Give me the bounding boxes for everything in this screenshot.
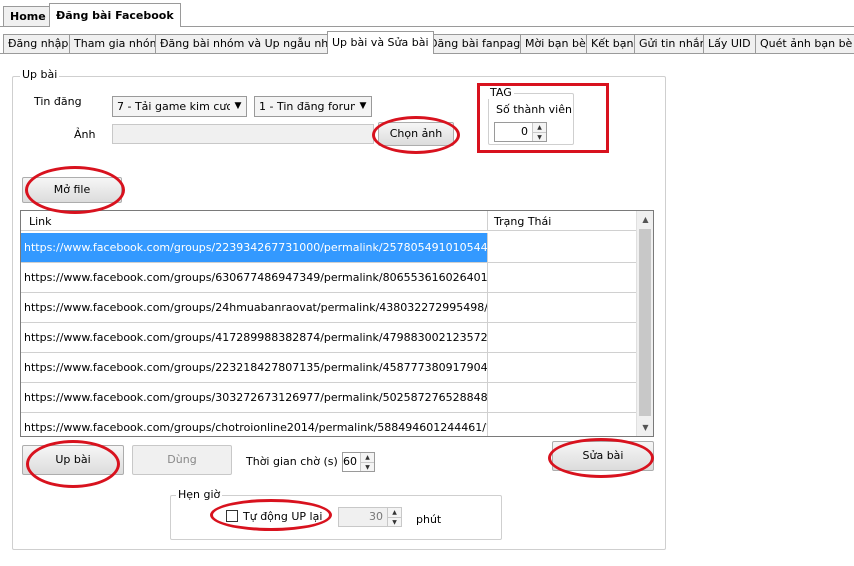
stepper-up-icon[interactable]: ▲ — [360, 453, 374, 462]
thoi-gian-cho-label: Thời gian chờ (s) — [246, 455, 338, 468]
link-cell[interactable]: https://www.facebook.com/groups/63067748… — [21, 263, 487, 292]
table-row[interactable]: https://www.facebook.com/groups/30327267… — [21, 383, 637, 413]
so-thanh-vien-stepper[interactable]: 0 ▲ ▼ — [494, 122, 547, 142]
tab-dang-bai-fanpage[interactable]: Đăng bài fanpage — [424, 34, 533, 53]
sua-bai-button[interactable]: Sửa bài — [552, 441, 654, 471]
tab-tham-gia-nhom[interactable]: Tham gia nhóm — [69, 34, 166, 53]
so-thanh-vien-label: Số thành viên — [496, 103, 572, 116]
status-cell[interactable] — [487, 233, 637, 262]
stepper-down-icon[interactable]: ▼ — [387, 517, 401, 526]
tab-ket-ban[interactable]: Kết bạn — [586, 34, 639, 53]
tab-up-bai-sua-bai[interactable]: Up bài và Sửa bài — [327, 31, 434, 54]
up-bai-button[interactable]: Up bài — [22, 445, 124, 475]
column-header-link[interactable]: Link — [29, 215, 52, 228]
link-table[interactable]: Link Trạng Thái https://www.facebook.com… — [20, 210, 654, 437]
chon-anh-button[interactable]: Chọn ảnh — [378, 122, 454, 146]
forum-select[interactable]: 1 - Tin đăng forum c ▼ — [254, 96, 372, 117]
scroll-up-icon[interactable]: ▲ — [637, 211, 653, 228]
table-header: Link Trạng Thái — [21, 211, 637, 231]
post-select[interactable]: 7 - Tải game kim cương ▼ — [112, 96, 247, 117]
tab-moi-ban-be[interactable]: Mời bạn bè — [520, 34, 591, 53]
link-cell[interactable]: https://www.facebook.com/groups/30327267… — [21, 383, 487, 412]
status-cell[interactable] — [487, 263, 637, 292]
link-cell[interactable]: https://www.facebook.com/groups/22321842… — [21, 353, 487, 382]
chevron-down-icon: ▼ — [230, 97, 246, 116]
tab-quet-anh-ban-be[interactable]: Quét ảnh bạn bè — [755, 34, 854, 53]
table-row[interactable]: https://www.facebook.com/groups/63067748… — [21, 263, 637, 293]
status-cell[interactable] — [487, 323, 637, 352]
anh-label: Ảnh — [74, 128, 96, 141]
scrollbar-thumb[interactable] — [639, 229, 651, 416]
table-row[interactable]: https://www.facebook.com/groups/chotroio… — [21, 413, 637, 436]
link-cell[interactable]: https://www.facebook.com/groups/22393426… — [21, 233, 487, 262]
stepper-down-icon[interactable]: ▼ — [532, 132, 546, 141]
table-row[interactable]: https://www.facebook.com/groups/22393426… — [21, 233, 637, 263]
phut-value: 30 — [369, 510, 383, 523]
forum-select-value: 1 - Tin đăng forum c — [259, 100, 371, 113]
up-bai-group-title: Up bài — [20, 68, 60, 81]
post-select-value: 7 - Tải game kim cương — [117, 100, 247, 113]
image-path-input[interactable] — [112, 124, 374, 144]
status-cell[interactable] — [487, 413, 637, 436]
phut-stepper[interactable]: 30 ▲ ▼ — [338, 507, 402, 527]
chevron-down-icon: ▼ — [355, 97, 371, 116]
thoi-gian-cho-stepper[interactable]: 60 ▲ ▼ — [342, 452, 375, 472]
phut-label: phút — [416, 513, 442, 526]
tab-dang-bai-nhom[interactable]: Đăng bài nhóm và Up ngẫu nhiên — [155, 34, 351, 53]
so-thanh-vien-value: 0 — [521, 125, 528, 138]
hen-gio-group — [170, 495, 502, 540]
tin-dang-label: Tin đăng — [34, 95, 82, 108]
table-row[interactable]: https://www.facebook.com/groups/41728998… — [21, 323, 637, 353]
stepper-down-icon[interactable]: ▼ — [360, 462, 374, 471]
link-cell[interactable]: https://www.facebook.com/groups/chotroio… — [21, 413, 487, 436]
table-row[interactable]: https://www.facebook.com/groups/24hmuaba… — [21, 293, 637, 323]
stepper-up-icon[interactable]: ▲ — [532, 123, 546, 132]
tab-lay-uid[interactable]: Lấy UID — [703, 34, 756, 53]
tu-dong-up-lai-checkbox[interactable] — [226, 510, 238, 522]
status-cell[interactable] — [487, 353, 637, 382]
hen-gio-group-title: Hẹn giờ — [176, 488, 223, 501]
link-cell[interactable]: https://www.facebook.com/groups/41728998… — [21, 323, 487, 352]
link-cell[interactable]: https://www.facebook.com/groups/24hmuaba… — [21, 293, 487, 322]
tab-dang-bai-facebook[interactable]: Đăng bài Facebook — [49, 3, 181, 27]
mo-file-button[interactable]: Mở file — [22, 177, 122, 203]
tab-dang-nhap[interactable]: Đăng nhập — [3, 34, 74, 53]
tag-group-title: TAG — [488, 86, 514, 99]
table-scrollbar[interactable]: ▲ ▼ — [636, 211, 653, 436]
table-row[interactable]: https://www.facebook.com/groups/22321842… — [21, 353, 637, 383]
status-cell[interactable] — [487, 293, 637, 322]
dung-button[interactable]: Dùng — [132, 445, 232, 475]
stepper-up-icon[interactable]: ▲ — [387, 508, 401, 517]
column-divider — [487, 211, 488, 231]
tab-gui-tin-nhan[interactable]: Gửi tin nhắn — [634, 34, 712, 53]
tu-dong-up-lai-label[interactable]: Tự động UP lại — [243, 510, 322, 523]
scroll-down-icon[interactable]: ▼ — [637, 419, 653, 436]
tab-home[interactable]: Home — [3, 6, 53, 26]
column-header-status[interactable]: Trạng Thái — [494, 215, 551, 228]
status-cell[interactable] — [487, 383, 637, 412]
thoi-gian-cho-value: 60 — [343, 455, 357, 468]
